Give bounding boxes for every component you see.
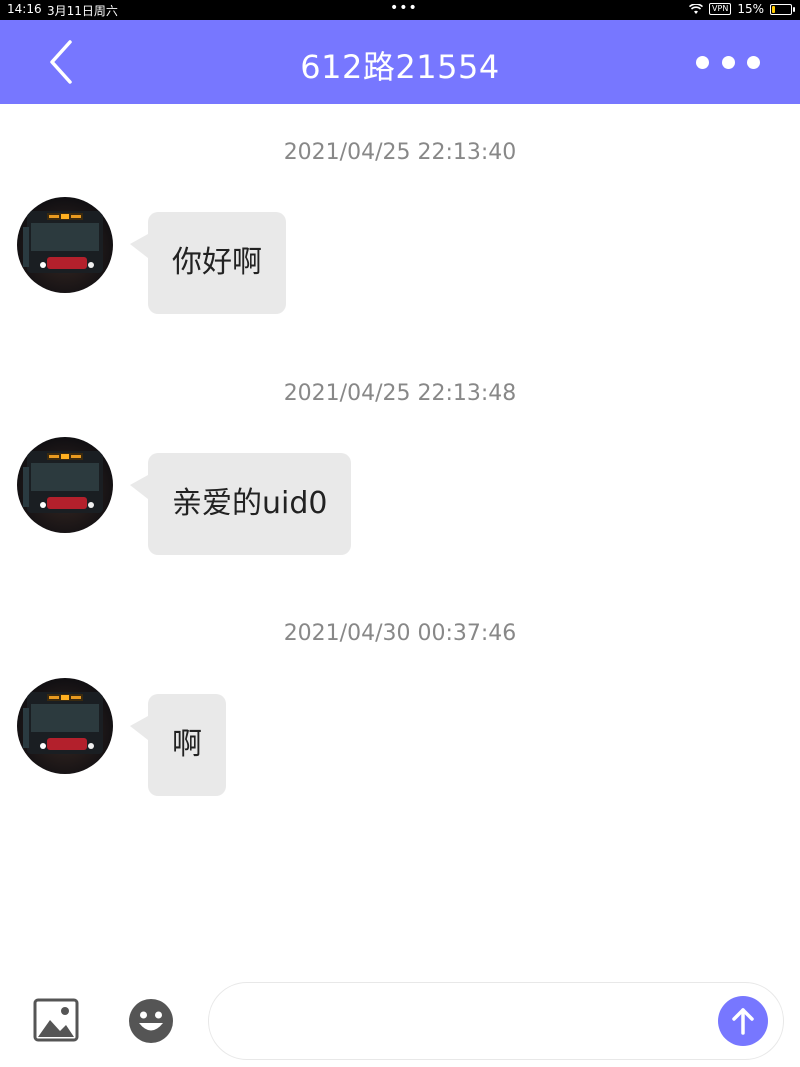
status-right: VPN 15% <box>689 2 795 16</box>
status-bar: 14:16 3月11日周六 ••• VPN 15% <box>0 0 800 20</box>
status-date: 3月11日周六 <box>47 4 118 18</box>
message-timestamp: 2021/04/30 00:37:46 <box>283 621 517 646</box>
vpn-badge: VPN <box>709 3 732 15</box>
status-time: 14:16 <box>7 2 42 16</box>
more-dot <box>721 55 735 69</box>
avatar[interactable] <box>17 197 113 293</box>
arrow-up-icon <box>732 1008 754 1035</box>
multitask-dots-icon: ••• <box>390 0 418 16</box>
battery-fill <box>772 5 775 13</box>
battery-percent: 15% <box>737 2 764 16</box>
chat-message-list[interactable]: 2021/04/25 22:13:40 你好啊 2021/04/25 22:13… <box>0 104 800 974</box>
send-button[interactable] <box>718 996 768 1046</box>
message-bubble[interactable]: 你好啊 <box>130 212 286 314</box>
image-button[interactable] <box>33 998 79 1042</box>
emoji-icon <box>129 999 173 1043</box>
message-timestamp: 2021/04/25 22:13:40 <box>283 140 517 165</box>
message-bubble[interactable]: 啊 <box>130 694 226 796</box>
input-bar <box>0 974 800 1067</box>
more-dot <box>747 55 760 69</box>
battery-icon <box>770 3 795 15</box>
message-input[interactable] <box>208 982 784 1060</box>
more-button[interactable] <box>696 50 760 74</box>
bus-photo-icon <box>17 437 113 533</box>
image-icon <box>33 998 79 1042</box>
message-timestamp: 2021/04/25 22:13:48 <box>283 381 517 406</box>
message-bubble[interactable]: 亲爱的uid0 <box>129 453 352 555</box>
emoji-button[interactable] <box>128 998 174 1044</box>
avatar[interactable] <box>17 437 113 533</box>
bus-photo-icon <box>17 197 113 293</box>
nav-bar: 612路21554 <box>0 20 800 104</box>
avatar[interactable] <box>17 678 113 774</box>
conversation-title: 612路21554 <box>300 48 500 86</box>
wifi-icon <box>689 3 704 14</box>
bus-photo-icon <box>17 678 113 774</box>
more-dot <box>696 55 709 69</box>
